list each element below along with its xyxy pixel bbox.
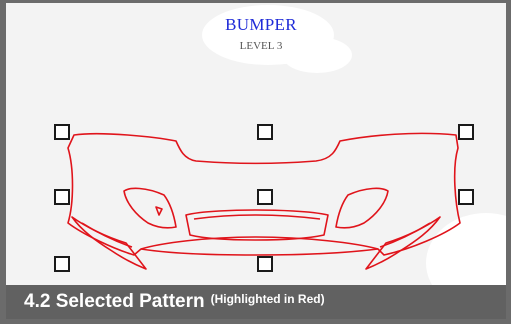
selection-handle-top-left[interactable] <box>54 124 70 140</box>
selection-handle-top-right[interactable] <box>458 124 474 140</box>
pattern-viewer-frame: BUMPER LEVEL 3 4.2 Selected Pattern (Hig… <box>0 0 511 324</box>
caption-title: 4.2 Selected Pattern <box>24 291 205 312</box>
bumper-lower-lip <box>140 248 379 256</box>
selection-handle-bottom-left[interactable] <box>54 256 70 272</box>
left-fog-lamp <box>123 187 177 229</box>
selection-handle-middle-right[interactable] <box>458 189 474 205</box>
selection-handle-top-center[interactable] <box>257 124 273 140</box>
right-side-strip <box>365 216 441 270</box>
selection-handle-middle-center[interactable] <box>257 189 273 205</box>
left-fog-detail <box>155 206 163 216</box>
right-fog-lamp <box>335 187 389 229</box>
selection-handle-bottom-center[interactable] <box>257 256 273 272</box>
pattern-canvas: BUMPER LEVEL 3 <box>6 3 506 285</box>
caption-note: (Highlighted in Red) <box>210 292 325 306</box>
left-side-strip <box>71 216 147 270</box>
bumper-pattern[interactable] <box>6 3 506 285</box>
caption-bar: 4.2 Selected Pattern (Highlighted in Red… <box>6 285 506 319</box>
grille-inner <box>193 214 321 220</box>
selection-handle-middle-left[interactable] <box>54 189 70 205</box>
